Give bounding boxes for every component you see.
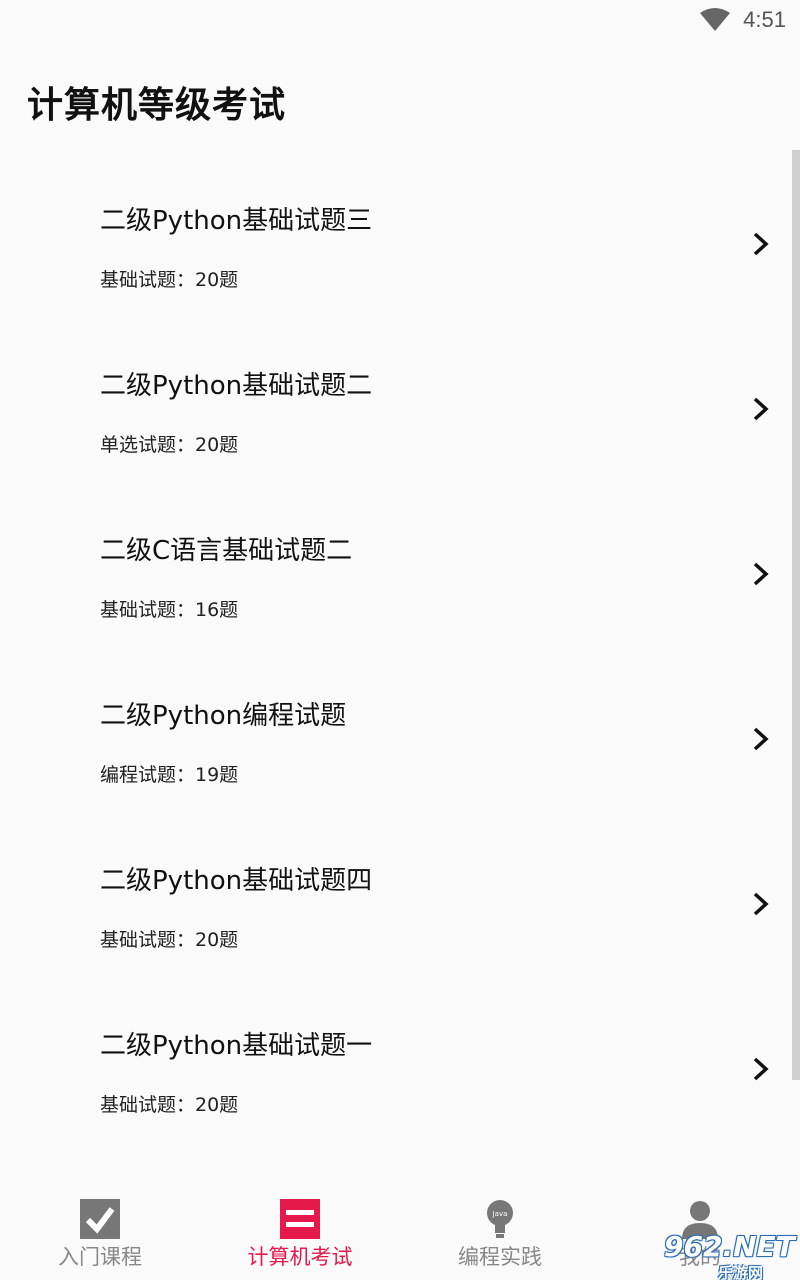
exam-item[interactable]: 二级Python编程试题 编程试题：19题 bbox=[0, 660, 790, 825]
wifi-icon bbox=[700, 8, 730, 31]
exam-title: 二级Python基础试题四 bbox=[100, 866, 373, 896]
tab-intro-course[interactable]: 入门课程 bbox=[0, 1185, 200, 1280]
exam-subtitle: 基础试题：20题 bbox=[100, 1094, 239, 1116]
exam-subtitle: 单选试题：20题 bbox=[100, 434, 239, 456]
exam-title: 二级C语言基础试题二 bbox=[100, 536, 353, 566]
exam-item[interactable]: 二级Python基础试题三 基础试题：20题 bbox=[0, 165, 790, 330]
tab-label: 编程实践 bbox=[458, 1245, 542, 1269]
svg-text:Java: Java bbox=[492, 1210, 508, 1218]
watermark-brand: 962.NET bbox=[664, 1230, 795, 1263]
watermark-logo: 962.NET 乐游网 bbox=[660, 1228, 800, 1280]
exam-subtitle: 基础试题：16题 bbox=[100, 599, 239, 621]
chevron-right-icon bbox=[753, 232, 769, 256]
exam-item[interactable]: 二级C语言基础试题二 基础试题：16题 bbox=[0, 495, 790, 660]
exam-list: 二级Python基础试题三 基础试题：20题 二级Python基础试题二 单选试… bbox=[0, 165, 790, 1155]
exam-subtitle: 基础试题：20题 bbox=[100, 929, 239, 951]
scrollbar[interactable] bbox=[792, 150, 800, 1080]
java-lightbulb-icon: Java bbox=[487, 1200, 513, 1238]
exam-item[interactable]: 二级Python基础试题四 基础试题：20题 bbox=[0, 825, 790, 990]
exam-title: 二级Python基础试题二 bbox=[100, 371, 373, 401]
exam-subtitle: 编程试题：19题 bbox=[100, 764, 239, 786]
checkbox-icon bbox=[80, 1199, 120, 1239]
watermark-sub: 乐游网 bbox=[718, 1264, 764, 1280]
status-time: 4:51 bbox=[743, 7, 786, 32]
tab-label: 入门课程 bbox=[58, 1245, 142, 1269]
tab-programming-practice[interactable]: Java 编程实践 bbox=[400, 1185, 600, 1280]
page-title: 计算机等级考试 bbox=[27, 85, 287, 126]
exam-title: 二级Python编程试题 bbox=[100, 701, 347, 731]
exam-title: 二级Python基础试题三 bbox=[100, 206, 373, 236]
chevron-right-icon bbox=[753, 1057, 769, 1081]
tab-computer-exam[interactable]: 计算机考试 bbox=[200, 1185, 400, 1280]
exam-title: 二级Python基础试题一 bbox=[100, 1031, 373, 1061]
exam-item[interactable]: 二级Python基础试题二 单选试题：20题 bbox=[0, 330, 790, 495]
status-bar: 4:51 bbox=[0, 0, 800, 42]
chevron-right-icon bbox=[753, 727, 769, 751]
chevron-right-icon bbox=[753, 397, 769, 421]
chevron-right-icon bbox=[753, 892, 769, 916]
menu-icon bbox=[280, 1199, 320, 1239]
tab-label: 计算机考试 bbox=[247, 1245, 353, 1269]
screen: 4:51 计算机等级考试 二级Python基础试题三 基础试题：20题 二级Py… bbox=[0, 0, 800, 1280]
exam-item[interactable]: 二级Python基础试题一 基础试题：20题 bbox=[0, 990, 790, 1155]
exam-subtitle: 基础试题：20题 bbox=[100, 269, 239, 291]
chevron-right-icon bbox=[753, 562, 769, 586]
